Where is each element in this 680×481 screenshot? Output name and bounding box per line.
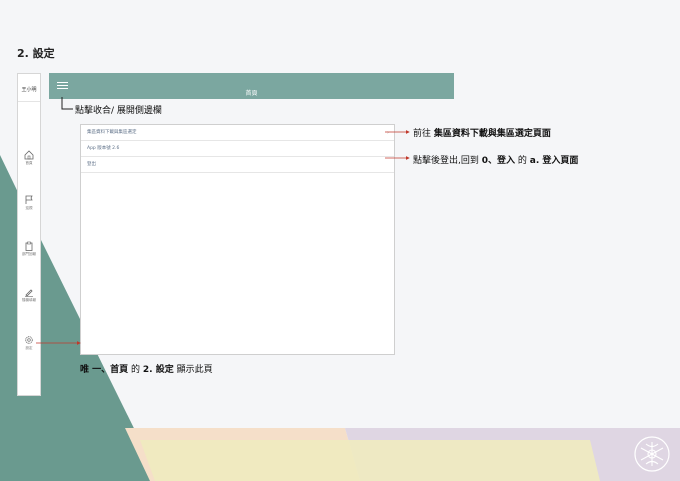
annotation-text: 的 — [517, 156, 527, 166]
brand-logo-icon — [634, 436, 670, 472]
annotation-text: 2. 設定 — [142, 365, 174, 375]
annotation-text: 的 — [131, 365, 141, 375]
annotation-logout: 點擊後登出,回到 0、登入 的 a. 登入頁面 — [413, 153, 578, 166]
annotation-arrows — [36, 97, 410, 345]
annotation-text: 顯示此頁 — [176, 365, 213, 375]
annotation-download: 前往 集區資料下載與集區選定頁面 — [413, 126, 551, 139]
annotation-text: 前往 — [413, 129, 432, 139]
annotation-text: 集區資料下載與集區選定頁面 — [433, 129, 551, 139]
annotation-text: 0、登入 — [481, 156, 516, 166]
annotation-text: 點擊後登出,回到 — [413, 156, 479, 166]
annotation-menu-toggle: 點擊收合/ 展開側邊欄 — [75, 106, 162, 116]
annotation-text: a. 登入頁面 — [529, 156, 579, 166]
annotation-only-here: 唯 一、首頁 的 2. 設定 顯示此頁 — [80, 362, 213, 375]
annotation-text: 唯 一、首頁 — [80, 365, 129, 375]
